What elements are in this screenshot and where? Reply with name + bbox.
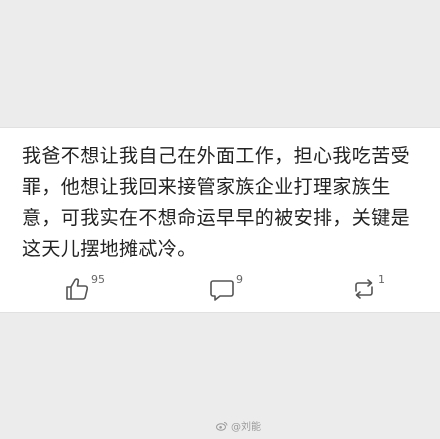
weibo-logo-icon (216, 421, 228, 431)
like-button[interactable]: 95 (64, 273, 105, 306)
watermark-text: @刘能 (231, 422, 261, 433)
like-count: 95 (91, 273, 105, 286)
repost-count: 1 (378, 273, 385, 286)
comment-icon (209, 276, 235, 302)
comment-count: 9 (236, 273, 243, 286)
comment-button[interactable]: 9 (209, 273, 243, 306)
repost-icon (351, 276, 377, 302)
repost-button[interactable]: 1 (351, 273, 385, 306)
thumbs-up-icon (64, 276, 90, 302)
watermark: @刘能 (216, 418, 261, 433)
top-background (0, 0, 440, 127)
post-text: 我爸不想让我自己在外面工作，担心我吃苦受罪，他想让我回来接管家族企业打理家族生意… (22, 145, 411, 260)
